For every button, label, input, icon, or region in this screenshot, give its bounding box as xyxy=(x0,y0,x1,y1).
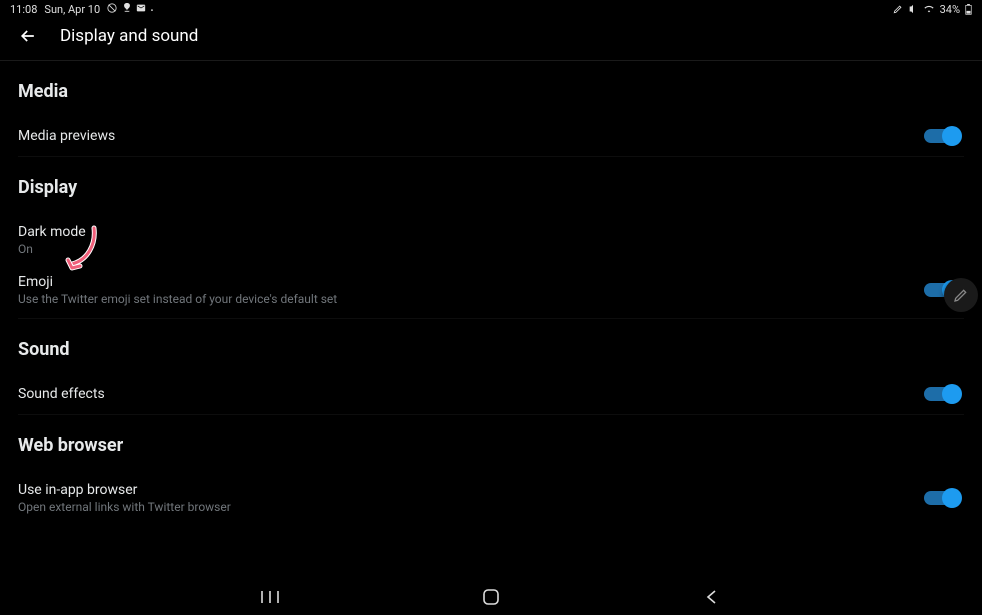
media-previews-toggle[interactable] xyxy=(924,129,958,143)
row-emoji[interactable]: Emoji Use the Twitter emoji set instead … xyxy=(18,262,964,319)
dark-mode-label: Dark mode xyxy=(18,224,964,240)
wifi-icon xyxy=(923,4,935,14)
section-header-media: Media xyxy=(18,61,964,116)
emoji-label: Emoji xyxy=(18,274,924,290)
navigation-bar xyxy=(0,579,982,615)
nav-back-button[interactable] xyxy=(701,586,723,608)
edit-fab[interactable] xyxy=(944,278,978,312)
row-sound-effects[interactable]: Sound effects xyxy=(18,374,964,415)
section-header-sound: Sound xyxy=(18,319,964,374)
row-in-app-browser[interactable]: Use in-app browser Open external links w… xyxy=(18,470,964,526)
row-media-previews[interactable]: Media previews xyxy=(18,116,964,157)
status-date: Sun, Apr 10 xyxy=(44,3,100,16)
dark-mode-value: On xyxy=(18,242,964,256)
emoji-sub: Use the Twitter emoji set instead of you… xyxy=(18,292,924,306)
row-dark-mode[interactable]: Dark mode On xyxy=(18,212,964,262)
back-button[interactable] xyxy=(18,26,38,46)
page-title: Display and sound xyxy=(60,26,198,46)
status-time: 11:08 xyxy=(10,3,37,16)
battery-icon xyxy=(965,4,972,15)
status-bar: 11:08 Sun, Apr 10 • 34% xyxy=(0,0,982,18)
in-app-browser-label: Use in-app browser xyxy=(18,482,924,498)
nav-home-button[interactable] xyxy=(480,586,502,608)
mute-icon xyxy=(908,4,918,14)
pen-icon xyxy=(893,4,903,14)
battery-percent: 34% xyxy=(940,3,960,16)
in-app-browser-toggle[interactable] xyxy=(924,491,958,505)
in-app-browser-sub: Open external links with Twitter browser xyxy=(18,500,924,514)
notification-icons: • xyxy=(107,3,155,16)
sound-effects-label: Sound effects xyxy=(18,386,924,402)
section-header-web: Web browser xyxy=(18,415,964,470)
media-previews-label: Media previews xyxy=(18,128,924,144)
sound-effects-toggle[interactable] xyxy=(924,387,958,401)
nav-recents-button[interactable] xyxy=(259,586,281,608)
app-header: Display and sound xyxy=(0,18,982,61)
section-header-display: Display xyxy=(18,157,964,212)
